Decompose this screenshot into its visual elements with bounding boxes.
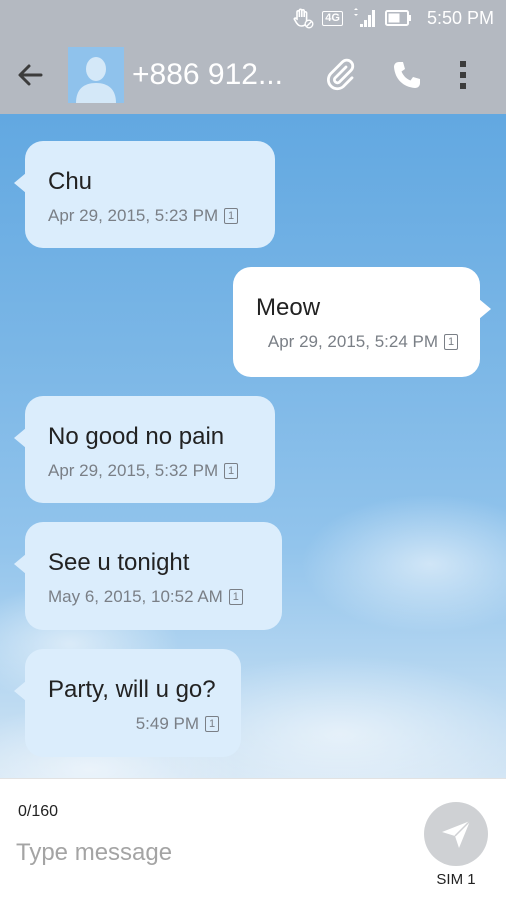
status-bar: 4G 5:50 PM — [0, 0, 506, 36]
incoming-message[interactable]: See u tonight May 6, 2015, 10:52 AM 1 — [14, 522, 282, 630]
send-icon — [442, 820, 471, 848]
sim-icon: 1 — [205, 716, 219, 732]
message-text: See u tonight — [48, 549, 190, 576]
message-meta: Apr 29, 2015, 5:32 PM 1 — [48, 461, 253, 481]
outgoing-message[interactable]: Meow Apr 29, 2015, 5:24 PM 1 — [233, 267, 491, 377]
conversation-list[interactable]: Chu Apr 29, 2015, 5:23 PM 1 Meow Apr 29,… — [0, 114, 506, 778]
overflow-menu-button[interactable] — [440, 36, 486, 114]
message-timestamp: Apr 29, 2015, 5:32 PM — [48, 461, 219, 480]
attach-button[interactable] — [308, 36, 374, 114]
back-button[interactable] — [0, 36, 60, 114]
sim-icon: 1 — [444, 334, 458, 350]
contact-number[interactable]: +886 912... — [132, 58, 308, 92]
signal-icon — [351, 8, 377, 28]
message-timestamp: May 6, 2015, 10:52 AM — [48, 587, 223, 606]
app-bar: +886 912... — [0, 36, 506, 114]
message-timestamp: 5:49 PM — [135, 714, 199, 733]
sim-icon: 1 — [224, 208, 239, 224]
sim-icon: 1 — [228, 589, 243, 605]
message-meta: Apr 29, 2015, 5:24 PM 1 — [256, 332, 458, 352]
attach-icon — [327, 58, 355, 91]
call-button[interactable] — [374, 36, 440, 114]
back-arrow-icon — [18, 64, 43, 86]
message-input[interactable] — [16, 833, 386, 873]
message-meta: Apr 29, 2015, 5:23 PM 1 — [48, 206, 253, 226]
message-timestamp: Apr 29, 2015, 5:23 PM — [48, 206, 219, 225]
message-text: Meow — [256, 294, 321, 321]
message-text: Party, will u go? — [48, 676, 216, 703]
incoming-message[interactable]: No good no pain Apr 29, 2015, 5:32 PM 1 — [14, 396, 275, 503]
message-text: No good no pain — [48, 423, 225, 450]
message-meta: 5:49 PM 1 — [48, 714, 219, 734]
message-text: Chu — [48, 168, 93, 195]
compose-bar: 0/160 SIM 1 — [0, 778, 506, 900]
send-button[interactable] — [424, 802, 488, 866]
character-counter: 0/160 — [18, 803, 59, 820]
send-sim-label: SIM 1 — [436, 871, 476, 888]
hand-mute-icon — [292, 7, 314, 29]
avatar[interactable] — [68, 47, 124, 103]
cloud-decoration — [300, 494, 506, 634]
message-timestamp: Apr 29, 2015, 5:24 PM — [267, 332, 438, 351]
status-time: 5:50 PM — [426, 7, 494, 28]
incoming-message[interactable]: Chu Apr 29, 2015, 5:23 PM 1 — [14, 141, 275, 248]
battery-icon — [384, 10, 413, 26]
4g-icon: 4G — [322, 10, 343, 26]
contact-silhouette-icon — [76, 57, 116, 103]
incoming-message[interactable]: Party, will u go? 5:49 PM 1 — [14, 649, 241, 757]
sim-icon: 1 — [224, 463, 239, 479]
more-vert-icon — [460, 61, 466, 89]
message-meta: May 6, 2015, 10:52 AM 1 — [48, 587, 260, 607]
phone-icon — [394, 62, 420, 88]
